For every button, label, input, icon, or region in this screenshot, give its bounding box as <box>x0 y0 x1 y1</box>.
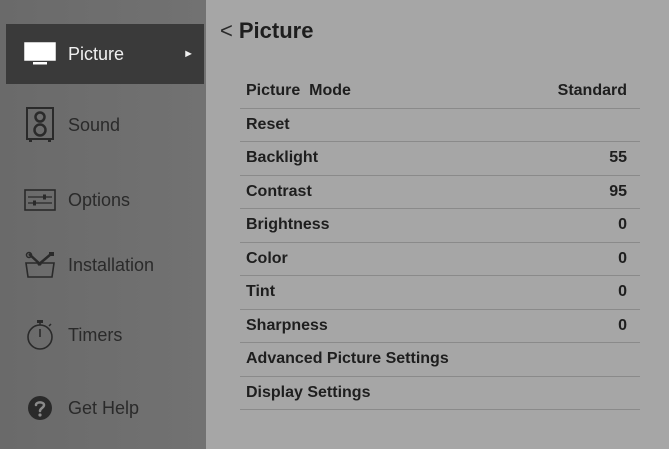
menu-item-sharpness[interactable]: Sharpness 0 <box>240 310 640 343</box>
sidebar-item-label: Options <box>68 189 131 210</box>
menu-item-backlight[interactable]: Backlight 55 <box>240 142 640 176</box>
speaker-icon <box>20 105 60 145</box>
sidebar: Picture ► Sound Options Installation Tim… <box>0 0 206 449</box>
menu-item-label: Contrast <box>246 182 312 200</box>
menu-item-label: Reset <box>246 115 290 133</box>
sidebar-item-picture[interactable]: Picture ► <box>6 24 204 84</box>
sidebar-item-label: Installation <box>68 254 155 275</box>
menu-item-reset[interactable]: Reset <box>240 109 640 142</box>
tv-icon <box>20 34 60 74</box>
sidebar-item-sound[interactable]: Sound <box>6 95 204 155</box>
timer-icon <box>20 315 60 355</box>
page-title: Picture <box>238 18 314 43</box>
menu-item-label: Color <box>246 249 288 267</box>
sidebar-item-label: Sound <box>68 114 121 135</box>
menu-item-value: 0 <box>618 283 627 301</box>
menu-item-tint[interactable]: Tint 0 <box>240 276 640 310</box>
menu-item-picture-mode[interactable]: Picture Mode Standard <box>240 75 640 109</box>
menu-item-value: 55 <box>609 149 627 167</box>
help-icon <box>20 388 60 428</box>
options-icon <box>20 180 60 220</box>
menu-item-advanced-picture-settings[interactable]: Advanced Picture Settings <box>240 343 640 377</box>
sidebar-item-options[interactable]: Options <box>6 170 204 230</box>
tv-settings-screen: Picture ► Sound Options Installation Tim… <box>0 0 669 449</box>
menu-item-label: Tint <box>246 283 276 301</box>
menu-item-display-settings[interactable]: Display Settings <box>240 377 640 410</box>
settings-list: Picture Mode Standard Reset Backlight 55… <box>240 75 640 410</box>
menu-item-contrast[interactable]: Contrast 95 <box>240 176 640 209</box>
menu-item-value: 95 <box>609 182 627 200</box>
sidebar-item-label: Timers <box>68 324 123 345</box>
back-chevron-icon[interactable]: < <box>220 20 233 42</box>
sidebar-item-get-help[interactable]: Get Help <box>6 378 204 438</box>
panel-header: < Picture <box>220 18 313 44</box>
sidebar-item-installation[interactable]: Installation <box>6 235 204 295</box>
menu-item-value: 0 <box>618 316 627 334</box>
selected-arrow-icon: ► <box>183 48 194 60</box>
menu-item-value: 0 <box>618 216 627 234</box>
tools-icon <box>20 245 60 285</box>
sidebar-item-label: Get Help <box>68 397 140 418</box>
menu-item-label: Advanced Picture Settings <box>246 350 449 368</box>
menu-item-label: Backlight <box>246 149 319 167</box>
menu-item-value: Standard <box>557 82 627 100</box>
sidebar-item-timers[interactable]: Timers <box>6 305 204 365</box>
menu-item-value: 0 <box>618 249 627 267</box>
menu-item-label: Sharpness <box>246 316 328 334</box>
picture-settings-panel: < Picture Picture Mode Standard Reset Ba… <box>206 0 669 449</box>
sidebar-item-label: Picture <box>68 43 125 64</box>
menu-item-color[interactable]: Color 0 <box>240 243 640 276</box>
menu-item-label: Display Settings <box>246 383 371 401</box>
menu-item-label: Brightness <box>246 216 330 234</box>
menu-item-label: Picture Mode <box>246 82 351 100</box>
menu-item-brightness[interactable]: Brightness 0 <box>240 209 640 243</box>
